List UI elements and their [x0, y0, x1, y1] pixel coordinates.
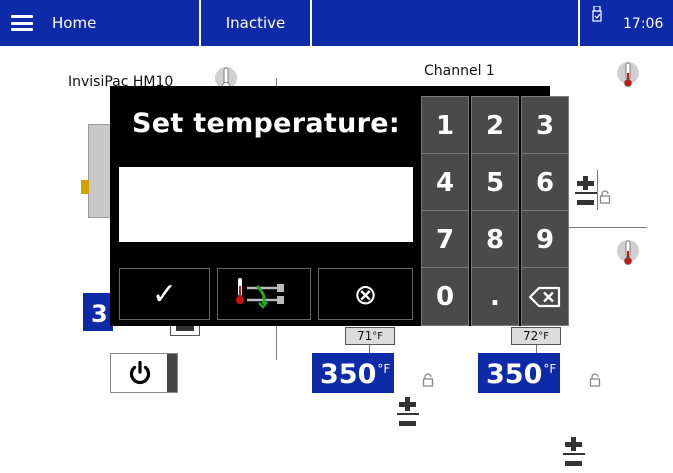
confirm-button[interactable]: ✓ [119, 268, 210, 320]
sensor-link-icon [236, 278, 284, 309]
top-bar: Home Inactive 17:06 [0, 0, 673, 46]
keypad-key-9[interactable]: 9 [521, 210, 569, 269]
adjust-stepper[interactable] [575, 172, 597, 212]
power-icon [129, 360, 151, 385]
keypad-key-3[interactable]: 3 [521, 96, 569, 155]
top-bar-spacer [312, 0, 578, 46]
keypad-key-0[interactable]: 0 [421, 267, 469, 326]
keypad-key-7[interactable]: 7 [421, 210, 469, 269]
keypad-key-decimal[interactable]: . [471, 267, 519, 326]
channel-label: Channel 1 [424, 63, 495, 79]
cancel-button[interactable]: ⊗ [318, 268, 413, 320]
lock-icon[interactable] [422, 373, 434, 387]
home-label: Home [52, 14, 97, 32]
connector-line [276, 320, 277, 360]
temperature-input[interactable] [119, 167, 413, 242]
connector-line [536, 345, 537, 353]
set-temperature-dialog: Set temperature: ✓ ⊗ 1 2 3 4 5 6 7 8 9 0… [110, 86, 569, 326]
cancel-icon: ⊗ [353, 277, 378, 311]
keypad-key-1[interactable]: 1 [421, 96, 469, 155]
temperature-reading: 71 °F [345, 327, 395, 345]
power-button[interactable] [110, 353, 178, 393]
lock-icon[interactable] [589, 373, 601, 387]
home-button[interactable]: Home [0, 0, 199, 46]
backspace-icon [529, 286, 561, 307]
keypad-key-4[interactable]: 4 [421, 153, 469, 212]
dialog-title: Set temperature: [132, 108, 400, 139]
adjust-stepper[interactable] [397, 393, 419, 433]
adjust-stepper[interactable] [563, 433, 585, 473]
temperature-reading: 72 °F [511, 327, 561, 345]
setpoint-display[interactable]: 350 °F [312, 353, 394, 393]
status-indicator[interactable]: Inactive [201, 0, 310, 46]
connector-line [369, 345, 370, 353]
thermometer-icon [617, 62, 639, 87]
checkmark-icon: ✓ [151, 276, 178, 312]
clock-time: 17:06 [623, 16, 664, 32]
usb-drive-icon[interactable] [592, 6, 602, 22]
device-graphic [88, 124, 112, 218]
lock-icon[interactable] [599, 190, 611, 204]
backspace-button[interactable] [521, 267, 569, 326]
keypad-key-5[interactable]: 5 [471, 153, 519, 212]
status-label: Inactive [225, 14, 286, 32]
clock-area: 17:06 [580, 0, 673, 46]
setpoint-display-partial[interactable]: 3 [83, 293, 113, 331]
keypad-key-2[interactable]: 2 [471, 96, 519, 155]
hamburger-menu-icon [11, 15, 33, 31]
sensor-link-button[interactable] [217, 268, 311, 320]
device-indicator [81, 180, 89, 194]
keypad-key-6[interactable]: 6 [521, 153, 569, 212]
thermometer-icon [617, 240, 639, 265]
keypad-key-8[interactable]: 8 [471, 210, 519, 269]
connector-line [597, 170, 598, 210]
setpoint-display[interactable]: 350 °F [478, 353, 560, 393]
